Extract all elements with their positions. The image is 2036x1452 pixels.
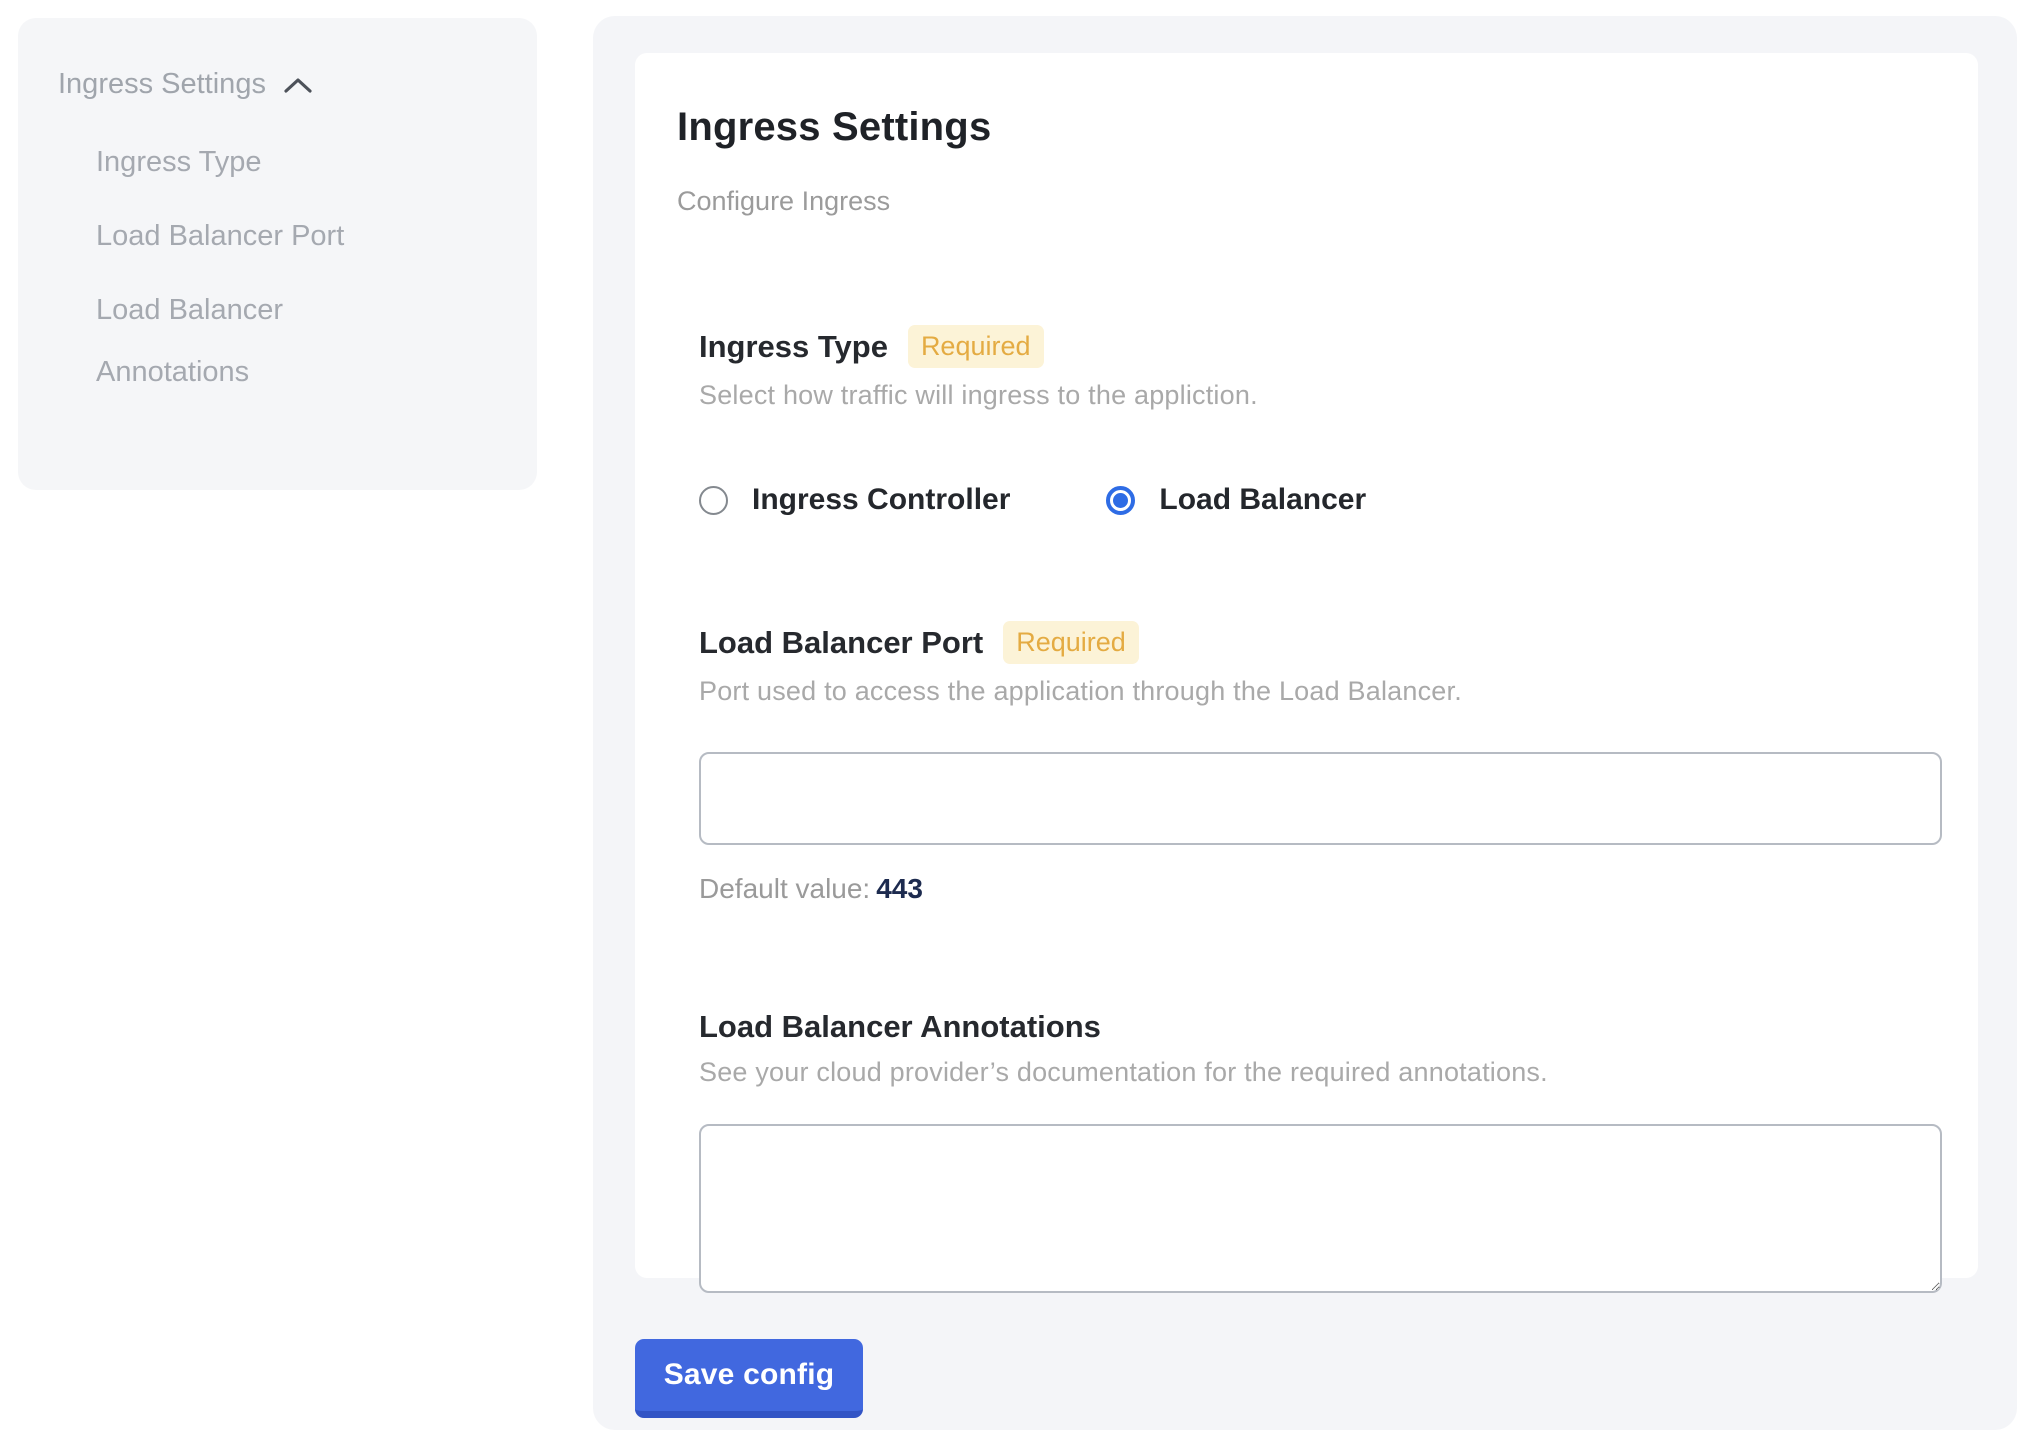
chevron-up-icon xyxy=(284,76,312,94)
lb-port-description: Port used to access the application thro… xyxy=(699,676,1942,707)
sidebar-section-label: Ingress Settings xyxy=(58,68,266,101)
sidebar-item-load-balancer-port[interactable]: Load Balancer Port xyxy=(96,205,391,267)
radio-label-load-balancer: Load Balancer xyxy=(1159,483,1366,517)
sidebar-section-toggle[interactable]: Ingress Settings xyxy=(58,68,497,101)
ingress-type-section: Ingress Type Required Select how traffic… xyxy=(699,325,1942,517)
load-balancer-port-section: Load Balancer Port Required Port used to… xyxy=(699,621,1942,905)
lb-annotations-heading-row: Load Balancer Annotations xyxy=(699,1009,1942,1045)
default-value-label: Default value: xyxy=(699,873,870,904)
ingress-type-radio-group: Ingress Controller Load Balancer xyxy=(699,483,1942,517)
settings-nav-sidebar: Ingress Settings Ingress Type Load Balan… xyxy=(18,18,537,490)
load-balancer-annotations-section: Load Balancer Annotations See your cloud… xyxy=(699,1009,1942,1293)
page-title: Ingress Settings xyxy=(677,105,1942,150)
required-badge: Required xyxy=(1003,621,1139,664)
sidebar-item-list: Ingress Type Load Balancer Port Load Bal… xyxy=(96,131,497,403)
default-value-number: 443 xyxy=(876,873,923,904)
form-sections: Ingress Type Required Select how traffic… xyxy=(699,325,1942,1293)
sidebar-item-load-balancer-annotations[interactable]: Load Balancer Annotations xyxy=(96,279,391,403)
radio-label-ingress-controller: Ingress Controller xyxy=(752,483,1010,517)
lb-port-heading-row: Load Balancer Port Required xyxy=(699,621,1942,664)
radio-option-load-balancer[interactable]: Load Balancer xyxy=(1106,483,1366,517)
radio-unselected-icon[interactable] xyxy=(699,486,728,515)
radio-option-ingress-controller[interactable]: Ingress Controller xyxy=(699,483,1010,517)
ingress-type-description: Select how traffic will ingress to the a… xyxy=(699,380,1942,411)
lb-annotations-description: See your cloud provider’s documentation … xyxy=(699,1057,1942,1088)
required-badge: Required xyxy=(908,325,1044,368)
load-balancer-annotations-textarea[interactable] xyxy=(699,1124,1942,1293)
lb-annotations-label: Load Balancer Annotations xyxy=(699,1009,1101,1045)
settings-panel: Ingress Settings Configure Ingress Ingre… xyxy=(593,16,2017,1430)
sidebar-item-ingress-type[interactable]: Ingress Type xyxy=(96,131,391,193)
radio-selected-icon[interactable] xyxy=(1106,486,1135,515)
load-balancer-port-input[interactable] xyxy=(699,752,1942,845)
ingress-settings-card: Ingress Settings Configure Ingress Ingre… xyxy=(635,53,1978,1278)
lb-port-default-row: Default value:443 xyxy=(699,873,1942,905)
ingress-type-heading-row: Ingress Type Required xyxy=(699,325,1942,368)
lb-port-label: Load Balancer Port xyxy=(699,625,983,661)
ingress-type-label: Ingress Type xyxy=(699,329,888,365)
save-config-button[interactable]: Save config xyxy=(635,1339,863,1418)
page-subtitle: Configure Ingress xyxy=(677,186,1942,217)
radio-dot xyxy=(1113,493,1128,508)
